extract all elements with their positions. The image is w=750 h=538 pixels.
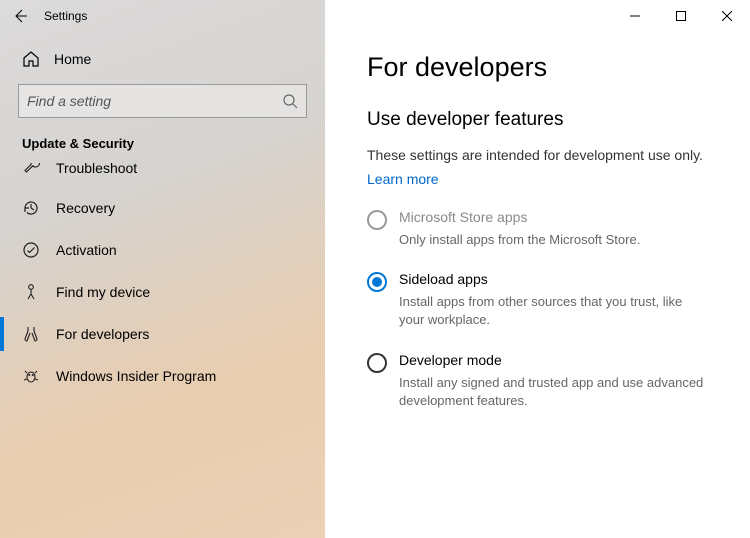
home-nav[interactable]: Home: [0, 32, 325, 84]
sidebar-item-label: Troubleshoot: [56, 163, 137, 176]
radio-label: Sideload apps: [399, 271, 708, 287]
search-box[interactable]: [18, 84, 307, 118]
radio-developer-mode[interactable]: [367, 353, 387, 373]
sidebar-item-label: For developers: [56, 326, 149, 342]
sidebar-item-troubleshoot[interactable]: Troubleshoot: [0, 163, 325, 187]
app-title: Settings: [44, 9, 87, 23]
radio-desc: Install apps from other sources that you…: [399, 293, 708, 329]
radio-microsoft-store-apps: [367, 210, 387, 230]
option-texts: Sideload apps Install apps from other so…: [399, 271, 708, 329]
radio-desc: Only install apps from the Microsoft Sto…: [399, 231, 708, 249]
search-input[interactable]: [27, 93, 282, 109]
search-icon: [282, 93, 298, 109]
section-header: Update & Security: [0, 136, 325, 163]
wrench-icon: [22, 163, 40, 175]
section-subtitle: Use developer features: [367, 109, 708, 131]
main-panel: For developers Use developer features Th…: [325, 0, 750, 538]
sidebar-item-for-developers[interactable]: For developers: [0, 313, 325, 355]
sidebar-item-label: Find my device: [56, 284, 150, 300]
option-microsoft-store-apps: Microsoft Store apps Only install apps f…: [367, 209, 708, 249]
sidebar-item-activation[interactable]: Activation: [0, 229, 325, 271]
option-texts: Microsoft Store apps Only install apps f…: [399, 209, 708, 249]
sidebar: Settings Home Update & Security Troub: [0, 0, 325, 538]
check-circle-icon: [22, 241, 40, 259]
sidebar-item-recovery[interactable]: Recovery: [0, 187, 325, 229]
radio-desc: Install any signed and trusted app and u…: [399, 374, 708, 410]
minimize-button[interactable]: [612, 0, 658, 32]
bug-icon: [22, 367, 40, 385]
tools-icon: [22, 325, 40, 343]
titlebar-right: [325, 0, 750, 32]
close-button[interactable]: [704, 0, 750, 32]
sidebar-item-label: Recovery: [56, 200, 115, 216]
sidebar-item-insider-program[interactable]: Windows Insider Program: [0, 355, 325, 397]
back-button[interactable]: [10, 6, 30, 26]
nav-list: Troubleshoot Recovery Activation Find my…: [0, 163, 325, 538]
search-container: [18, 84, 307, 118]
option-sideload-apps: Sideload apps Install apps from other so…: [367, 271, 708, 329]
option-texts: Developer mode Install any signed and tr…: [399, 352, 708, 410]
section-description: These settings are intended for developm…: [367, 147, 708, 163]
sidebar-item-label: Activation: [56, 242, 117, 258]
page-title: For developers: [367, 52, 708, 83]
settings-window: Settings Home Update & Security Troub: [0, 0, 750, 538]
radio-label: Developer mode: [399, 352, 708, 368]
option-developer-mode: Developer mode Install any signed and tr…: [367, 352, 708, 410]
maximize-button[interactable]: [658, 0, 704, 32]
titlebar-left: Settings: [0, 0, 325, 32]
radio-sideload-apps[interactable]: [367, 272, 387, 292]
sidebar-item-find-my-device[interactable]: Find my device: [0, 271, 325, 313]
radio-label: Microsoft Store apps: [399, 209, 708, 225]
home-label: Home: [54, 51, 91, 67]
sidebar-item-label: Windows Insider Program: [56, 368, 216, 384]
learn-more-link[interactable]: Learn more: [367, 171, 439, 187]
content: For developers Use developer features Th…: [325, 32, 750, 432]
location-icon: [22, 283, 40, 301]
home-icon: [22, 50, 40, 68]
history-icon: [22, 199, 40, 217]
